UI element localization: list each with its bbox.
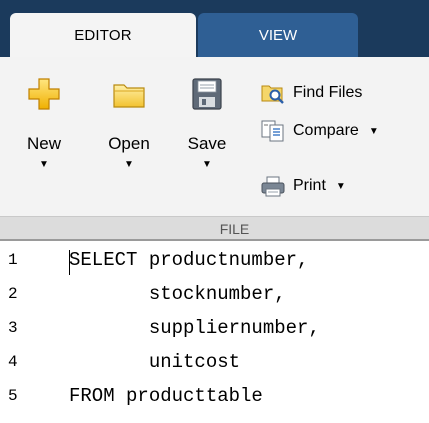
code-text[interactable]: FROM producttable bbox=[50, 385, 263, 407]
line-number: 2 bbox=[8, 285, 18, 303]
print-label: Print bbox=[293, 177, 326, 194]
find-files-icon bbox=[261, 85, 284, 104]
printer-icon bbox=[261, 176, 285, 197]
tab-view[interactable]: VIEW bbox=[198, 13, 358, 57]
code-editor[interactable]: 1 SELECT productnumber, 2 stocknumber, 3… bbox=[0, 241, 429, 423]
find-files-label: Find Files bbox=[293, 84, 363, 101]
save-button-label: Save bbox=[187, 134, 227, 153]
line-number: 4 bbox=[8, 353, 18, 371]
new-button[interactable]: New ▼ bbox=[18, 77, 70, 170]
folder-icon bbox=[113, 84, 145, 108]
save-button[interactable]: Save ▼ bbox=[178, 77, 236, 170]
toolstrip: New ▼ Open ▼ Save ▼ Find Files Compare ▼… bbox=[0, 57, 429, 216]
compare-label: Compare bbox=[293, 122, 359, 139]
code-text[interactable]: stocknumber, bbox=[50, 283, 286, 305]
compare-icon bbox=[261, 120, 284, 142]
line-number: 5 bbox=[8, 387, 18, 405]
code-line[interactable]: 1 SELECT productnumber, bbox=[0, 244, 429, 276]
new-button-label: New bbox=[26, 134, 61, 153]
open-button-label: Open bbox=[108, 134, 150, 153]
new-dropdown-icon[interactable]: ▼ bbox=[39, 160, 49, 170]
compare-dropdown-icon[interactable]: ▼ bbox=[369, 126, 379, 137]
save-dropdown-icon[interactable]: ▼ bbox=[202, 160, 212, 170]
find-files-button[interactable]: Find Files bbox=[260, 78, 362, 108]
tab-editor[interactable]: EDITOR bbox=[10, 13, 196, 57]
compare-button[interactable]: Compare ▼ bbox=[260, 116, 379, 146]
code-text[interactable]: suppliernumber, bbox=[50, 317, 320, 339]
print-button[interactable]: Print ▼ bbox=[260, 171, 346, 201]
code-line[interactable]: 3 suppliernumber, bbox=[0, 312, 429, 344]
code-text[interactable]: SELECT productnumber, bbox=[50, 249, 308, 271]
code-line[interactable]: 2 stocknumber, bbox=[0, 278, 429, 310]
open-button[interactable]: Open ▼ bbox=[98, 77, 160, 170]
code-line[interactable]: 4 unitcost bbox=[0, 346, 429, 378]
floppy-disk-icon bbox=[192, 78, 222, 110]
print-dropdown-icon[interactable]: ▼ bbox=[336, 181, 346, 192]
file-section-label: FILE bbox=[219, 220, 250, 237]
tab-strip: EDITOR VIEW bbox=[0, 0, 429, 57]
file-section-bar: FILE bbox=[0, 216, 429, 240]
line-number: 3 bbox=[8, 319, 18, 337]
code-line[interactable]: 5 FROM producttable bbox=[0, 380, 429, 412]
text-cursor bbox=[69, 250, 70, 275]
plus-icon bbox=[28, 78, 60, 110]
line-number: 1 bbox=[8, 251, 18, 269]
code-text[interactable]: unitcost bbox=[50, 351, 240, 373]
open-dropdown-icon[interactable]: ▼ bbox=[124, 160, 134, 170]
